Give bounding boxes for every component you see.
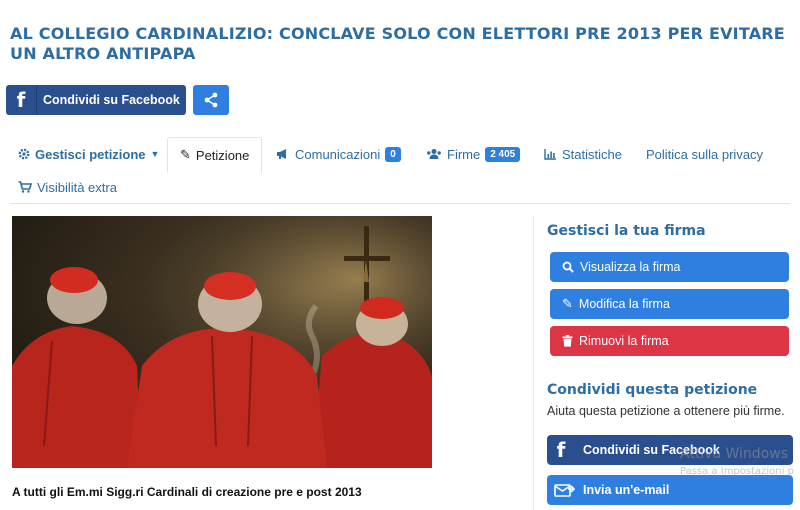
- petition-tabs: Gestisci petizione ▼ ✎ Petizione Comunic…: [10, 137, 790, 204]
- tab-signatures-label: Firme: [447, 146, 481, 162]
- remove-signature-label: Rimuovi la firma: [579, 334, 669, 348]
- envelope-share-icon: [554, 484, 576, 497]
- facebook-icon: f: [556, 438, 566, 462]
- megaphone-icon: [277, 149, 286, 159]
- send-email-button[interactable]: Invia un'e-mail: [547, 475, 793, 505]
- bar-chart-icon: [544, 149, 556, 160]
- tab-manage-petition[interactable]: Gestisci petizione ▼: [18, 137, 159, 171]
- facebook-share-label: Condividi su Facebook: [43, 93, 180, 107]
- communications-count-badge: 0: [385, 146, 401, 162]
- cart-icon: [18, 181, 32, 193]
- manage-signature-heading: Gestisci la tua firma: [547, 223, 706, 239]
- pencil-icon: ✎: [562, 296, 573, 311]
- tab-statistics-label: Statistiche: [562, 146, 622, 162]
- tab-privacy-policy[interactable]: Politica sulla privacy: [646, 137, 763, 171]
- cardinals-illustration: [12, 216, 432, 468]
- tab-manage-petition-label: Gestisci petizione: [35, 146, 146, 162]
- tab-communications[interactable]: Comunicazioni 0: [276, 137, 401, 171]
- signatures-count-badge: 2 405: [485, 146, 521, 162]
- share-petition-text: Aiuta questa petizione a ottenere più fi…: [547, 404, 785, 418]
- share-petition-heading: Condividi questa petizione: [547, 382, 758, 398]
- page-title: AL COLLEGIO CARDINALIZIO: CONCLAVE SOLO …: [10, 24, 785, 63]
- facebook-icon: f: [6, 85, 37, 115]
- windows-activation-watermark: Attiva Windows: [680, 446, 789, 462]
- windows-activation-subtext: Passa a Impostazioni p: [680, 466, 794, 477]
- remove-signature-button[interactable]: Rimuovi la firma: [550, 326, 789, 356]
- tab-statistics[interactable]: Statistiche: [544, 137, 622, 171]
- chevron-down-icon: ▼: [150, 149, 160, 159]
- facebook-share-button[interactable]: f Condividi su Facebook: [6, 85, 186, 115]
- petition-image: [12, 216, 432, 468]
- share-button[interactable]: [193, 85, 229, 115]
- share-icon: [204, 92, 218, 108]
- tab-petition[interactable]: ✎ Petizione: [167, 137, 263, 173]
- view-signature-label: Visualizza la firma: [580, 260, 681, 274]
- send-email-label: Invia un'e-mail: [583, 483, 670, 497]
- trash-icon: [562, 335, 573, 347]
- petition-caption: A tutti gli Em.mi Sigg.ri Cardinali di c…: [12, 485, 362, 499]
- tab-signatures[interactable]: Firme 2 405: [426, 137, 521, 171]
- pencil-icon: ✎: [180, 147, 191, 162]
- column-divider: [533, 216, 534, 510]
- search-icon: [562, 261, 574, 273]
- edit-signature-label: Modifica la firma: [578, 297, 670, 311]
- tab-communications-label: Comunicazioni: [295, 146, 381, 162]
- tab-extra-visibility[interactable]: Visibilità extra: [18, 170, 117, 204]
- view-signature-button[interactable]: Visualizza la firma: [550, 252, 789, 282]
- gear-icon: [18, 148, 30, 160]
- tab-petition-label: Petizione: [195, 147, 250, 163]
- tab-extra-visibility-label: Visibilità extra: [37, 179, 117, 195]
- edit-signature-button[interactable]: ✎ Modifica la firma: [550, 289, 789, 319]
- tab-privacy-policy-label: Politica sulla privacy: [646, 146, 764, 162]
- users-icon: [427, 149, 441, 159]
